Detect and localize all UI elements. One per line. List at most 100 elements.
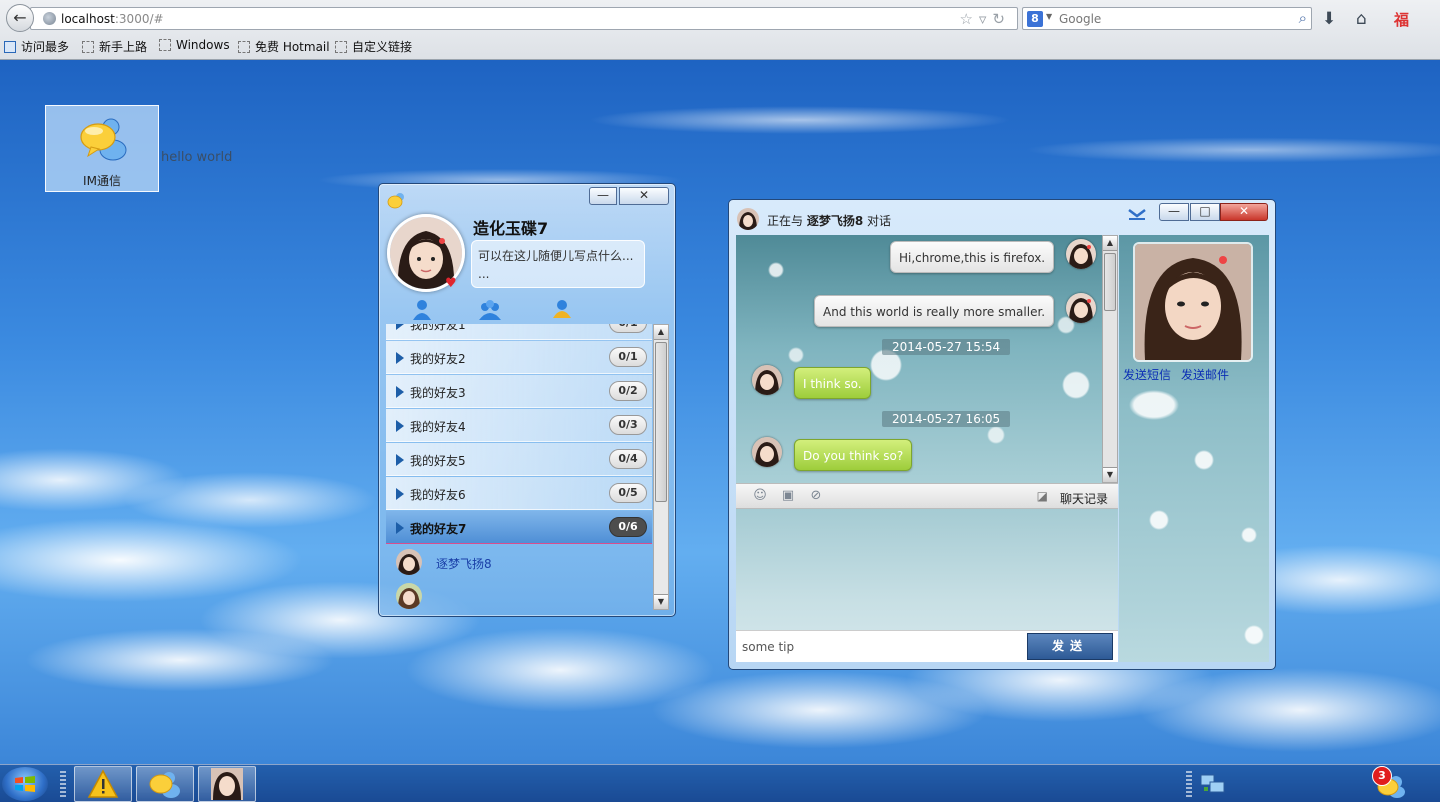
url-text[interactable]: localhost:3000/# (61, 12, 164, 26)
chat-bubbles-icon (80, 118, 127, 161)
scroll-thumb[interactable] (1104, 253, 1116, 311)
bookmark-icon (82, 41, 94, 53)
history-icon[interactable]: ◪ (1037, 489, 1048, 503)
scroll-up-icon[interactable]: ▲ (1103, 236, 1117, 251)
group-count: 0/1 (609, 347, 647, 367)
chat-partner-avatar (737, 208, 759, 230)
taskbar: 3 (0, 764, 1440, 802)
signature-box[interactable]: 可以在这儿随便儿写点什么... ... (471, 240, 645, 288)
minimize-button[interactable]: — (589, 187, 617, 205)
groups-tab-icon[interactable] (479, 298, 501, 320)
search-input[interactable]: Google (1059, 12, 1101, 26)
buddy-tabs (379, 296, 675, 322)
minimize-button[interactable]: — (1159, 203, 1189, 221)
group-item[interactable]: 我的好友3 0/2 (386, 375, 652, 408)
partner-photo-icon (1135, 244, 1251, 360)
group-count: 0/4 (609, 449, 647, 469)
hello-text: hello world (161, 150, 233, 165)
url-bar[interactable]: localhost:3000/# ☆▿↻ (30, 7, 1018, 30)
taskbar-grip[interactable] (1186, 771, 1192, 797)
group-label: 我的好友7 (410, 522, 467, 536)
message-timestamp: 2014-05-27 15:54 (882, 339, 1011, 355)
search-icon[interactable]: ⌕ (1299, 9, 1307, 27)
avatar-photo-icon (1066, 293, 1096, 323)
group-item[interactable]: 我的好友1 0/1 (386, 324, 652, 340)
partner-photo (1133, 242, 1253, 362)
attachment-icon[interactable]: ⊘ (808, 488, 824, 504)
group-item[interactable]: 我的好友6 0/5 (386, 477, 652, 510)
bookmark-icon (238, 41, 250, 53)
group-item[interactable]: 我的好友4 0/3 (386, 409, 652, 442)
home-icon[interactable]: ⌂ (1356, 9, 1367, 29)
reload-icon[interactable]: ↻ (992, 10, 1011, 28)
partner-message-avatar (752, 365, 782, 395)
start-button[interactable] (2, 767, 48, 801)
group-label: 我的好友6 (410, 488, 466, 502)
desktop-icon-im[interactable]: IM通信 (45, 105, 159, 192)
message-timestamp: 2014-05-27 16:05 (882, 411, 1011, 427)
group-item[interactable]: 我的好友5 0/4 (386, 443, 652, 476)
bookmark-label: 新手上路 (99, 40, 148, 54)
message-area[interactable]: Hi,chrome,this is firefox. And this worl… (736, 235, 1102, 483)
chat-history-link[interactable]: 聊天记录 (1060, 490, 1108, 507)
buddy-list-window[interactable]: — ✕ ♥ 造化玉碟7 可以在这儿随便儿写点什么... ... 我的好友1 我的… (378, 183, 676, 617)
network-icon[interactable] (1200, 773, 1226, 795)
chat-bubbles-icon (149, 772, 180, 798)
contacts-tab-icon[interactable] (411, 298, 433, 320)
send-button[interactable]: 发送 (1027, 633, 1113, 660)
message-scrollbar[interactable]: ▲ ▼ (1102, 235, 1118, 483)
bookmark-custom-links[interactable]: 自定义链接 (335, 38, 412, 55)
warning-icon (87, 769, 119, 798)
group-label: 我的好友5 (410, 454, 466, 468)
fu-addon-icon[interactable]: 福 (1394, 9, 1409, 30)
send-email-link[interactable]: 发送邮件 (1181, 366, 1229, 383)
caret-right-icon (396, 488, 404, 500)
avatar-photo-icon (737, 208, 759, 230)
bookmark-getting-started[interactable]: 新手上路 (82, 38, 147, 55)
image-icon[interactable]: ▣ (780, 488, 796, 504)
close-button[interactable]: ✕ (619, 187, 669, 205)
chevron-down-icon[interactable]: ▼ (1046, 12, 1052, 21)
taskbar-chat-button[interactable] (198, 766, 256, 802)
group-item-active[interactable]: 我的好友7 0/6 (386, 511, 652, 544)
chat-window[interactable]: 正在与 逐梦飞扬8 对话 — □ ✕ Hi,chrome,this is fir… (728, 199, 1276, 670)
recent-tab-icon[interactable] (551, 298, 573, 320)
download-icon[interactable]: ⬇ (1322, 9, 1336, 29)
skin-icon[interactable] (1127, 204, 1147, 222)
search-bar[interactable]: 8 ▼ Google ⌕ (1022, 7, 1312, 30)
bookmark-label: Windows (176, 38, 230, 52)
avatar-photo-icon (211, 768, 243, 800)
title-prefix: 正在与 (767, 214, 804, 228)
group-label: 我的好友1 (410, 324, 466, 332)
emoticon-icon[interactable]: ☺ (752, 488, 768, 504)
bookmark-most-visited[interactable]: 访问最多 (4, 38, 69, 55)
buddy-item[interactable] (386, 579, 652, 611)
signature-more: ... (478, 267, 490, 281)
taskbar-im-button[interactable] (136, 766, 194, 802)
close-button[interactable]: ✕ (1220, 203, 1268, 221)
browser-toolbar: localhost:3000/# ☆▿↻ ← 8 ▼ Google ⌕ ⬇ ⌂ … (0, 0, 1440, 60)
taskbar-grip[interactable] (60, 771, 66, 797)
buddy-name: 逐梦飞扬8 (436, 557, 492, 571)
scroll-up-icon[interactable]: ▲ (654, 325, 668, 340)
history-dropdown-icon[interactable]: ▿ (979, 10, 993, 28)
group-item[interactable]: 我的好友2 0/1 (386, 341, 652, 374)
scroll-down-icon[interactable]: ▼ (1103, 467, 1117, 482)
scroll-down-icon[interactable]: ▼ (654, 594, 668, 609)
input-tip: some tip (742, 640, 795, 654)
buddy-item[interactable]: 逐梦飞扬8 (386, 545, 652, 579)
avatar-photo-icon (752, 365, 782, 395)
back-button[interactable]: ← (6, 4, 34, 32)
maximize-button[interactable]: □ (1190, 203, 1220, 221)
group-label: 我的好友2 (410, 352, 466, 366)
bookmark-hotmail[interactable]: 免费 Hotmail (238, 38, 330, 55)
bookmark-star-icon[interactable]: ☆ (959, 10, 978, 28)
buddy-list-scrollbar[interactable]: ▲ ▼ (653, 324, 669, 610)
search-engine-icon[interactable]: 8 (1027, 11, 1043, 27)
my-message-avatar (1066, 293, 1096, 323)
scroll-thumb[interactable] (655, 342, 667, 502)
caret-right-icon (396, 454, 404, 466)
send-sms-link[interactable]: 发送短信 (1123, 366, 1171, 383)
bookmark-windows[interactable]: Windows (159, 38, 230, 52)
taskbar-warning-button[interactable] (74, 766, 132, 802)
